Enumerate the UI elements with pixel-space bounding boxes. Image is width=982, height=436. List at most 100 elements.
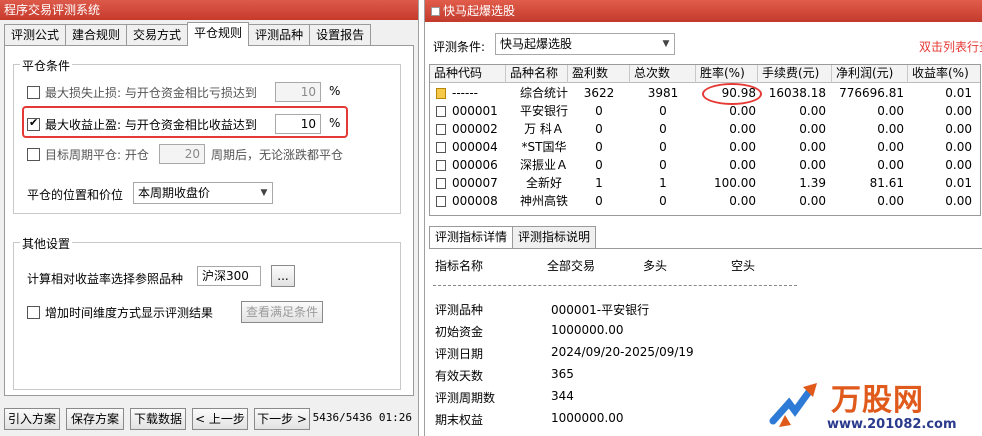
col-wins[interactable]: 盈利数 (568, 65, 630, 83)
table-cell: 000006 (452, 158, 498, 172)
detail-header: 全部交易 (547, 259, 596, 273)
table-cell: 0.00 (877, 158, 904, 172)
detail-value: 344 (551, 389, 574, 403)
detail-value: 1000000.00 (551, 411, 624, 425)
window-title: 程序交易评测系统 (0, 0, 418, 20)
table-cell: 0 (659, 104, 667, 118)
col-total[interactable]: 总次数 (630, 65, 696, 83)
position-price-label: 平仓的位置和价位 (27, 188, 124, 202)
tab-trade-mode[interactable]: 交易方式 (126, 24, 189, 46)
table-cell: 3981 (647, 86, 679, 100)
watermark-name: 万股网 (831, 383, 924, 418)
table-cell: 0 (595, 140, 603, 154)
max-loss-input[interactable]: 10 (275, 82, 321, 102)
position-price-select[interactable]: 本周期收盘价 ▼ (133, 182, 273, 204)
chevron-down-icon: ▼ (260, 188, 268, 198)
import-scheme-button[interactable]: 引入方案 (4, 408, 60, 430)
table-cell: *ST国华 (521, 140, 567, 154)
table-cell: 0.00 (877, 140, 904, 154)
table-cell: 16038.18 (768, 86, 826, 100)
view-conditions-button[interactable]: 查看满足条件 (241, 301, 323, 323)
col-return[interactable]: 收益率(%) (908, 65, 980, 83)
row-file-icon (436, 142, 446, 153)
results-window: 快马起爆选股 评测条件: 快马起爆选股 ▼ 双击列表行查 品种代码 品种名称 盈… (424, 0, 982, 436)
watermark-arrow-icon (769, 383, 817, 427)
table-cell: 0.00 (729, 122, 756, 136)
max-loss-checkbox[interactable] (27, 86, 40, 99)
table-row[interactable]: 000006 深振业Ａ 0 0 0.00 0.00 0.00 0.00 (430, 156, 980, 174)
table-row[interactable]: 000004 *ST国华 0 0 0.00 0.00 0.00 0.00 (430, 138, 980, 156)
table-cell: 0.00 (729, 194, 756, 208)
table-row[interactable]: 000001 平安银行 0 0 0.00 0.00 0.00 0.00 (430, 102, 980, 120)
next-step-button[interactable]: 下一步 > (254, 408, 310, 430)
group-label: 其他设置 (20, 235, 73, 252)
watermark-logo: 万股网 www.201082.com (765, 375, 979, 435)
col-name[interactable]: 品种名称 (506, 65, 568, 83)
window-icon (431, 7, 440, 16)
save-scheme-button[interactable]: 保存方案 (66, 408, 124, 430)
table-cell: 000002 (452, 122, 498, 136)
tab-metric-details[interactable]: 评测指标详情 (429, 226, 514, 248)
position-price-value: 本周期收盘价 (138, 186, 211, 200)
table-cell: 0 (659, 158, 667, 172)
table-cell: 综合统计 (519, 86, 568, 100)
tab-open-rules[interactable]: 建合规则 (65, 24, 128, 46)
table-row[interactable]: 000002 万 科Ａ 0 0 0.00 0.00 0.00 0.00 (430, 120, 980, 138)
col-profit[interactable]: 净利润(元) (832, 65, 908, 83)
detail-panel: 指标名称 全部交易 多头 空头 评测品种 000001-平安银行 初始资金 10000… (429, 248, 982, 436)
tab-metric-description[interactable]: 评测指标说明 (512, 226, 597, 248)
target-period-label: 目标周期平仓: 开仓 (45, 148, 149, 162)
col-code[interactable]: 品种代码 (430, 65, 506, 83)
table-cell: 0 (595, 122, 603, 136)
detail-header: 空头 (731, 259, 756, 273)
condition-value: 快马起爆选股 (500, 37, 573, 51)
detail-key: 评测日期 (435, 347, 484, 361)
table-cell: 0.00 (877, 194, 904, 208)
target-period-checkbox[interactable] (27, 148, 40, 161)
table-cell: 776696.81 (839, 86, 904, 100)
timedim-checkbox[interactable] (27, 306, 40, 319)
chevron-down-icon: ▼ (662, 39, 670, 49)
reference-browse-button[interactable]: ... (271, 265, 295, 287)
table-cell: 0 (595, 194, 603, 208)
results-table: 品种代码 品种名称 盈利数 总次数 胜率(%) 手续费(元) 净利润(元) 收益… (429, 64, 981, 216)
row-file-icon (436, 178, 446, 189)
table-cell: 0.00 (799, 104, 826, 118)
table-row[interactable]: 000008 神州高铁 0 0 0.00 0.00 0.00 0.00 (430, 192, 980, 210)
window-title-text: 快马起爆选股 (443, 4, 516, 18)
table-cell: 100.00 (714, 176, 756, 190)
table-cell: 000008 (452, 194, 498, 208)
highlight-ellipse (702, 83, 762, 105)
tab-test-symbols[interactable]: 评测品种 (248, 24, 311, 46)
hint-text: 双击列表行查 (919, 40, 982, 54)
tab-formula[interactable]: 评测公式 (4, 24, 67, 46)
detail-key: 评测品种 (435, 303, 484, 317)
target-period-input[interactable]: 20 (159, 144, 205, 164)
table-cell: 0.00 (877, 104, 904, 118)
table-cell: 000001 (452, 104, 498, 118)
table-cell: 0.00 (729, 140, 756, 154)
bottom-toolbar: 引入方案 保存方案 下载数据 < 上一步 下一步 > 5436/5436 01:… (0, 402, 418, 436)
table-cell: 0.00 (945, 104, 972, 118)
condition-label: 评测条件: (433, 40, 486, 54)
prev-step-button[interactable]: < 上一步 (192, 408, 248, 430)
col-winrate[interactable]: 胜率(%) (696, 65, 758, 83)
detail-key: 期末权益 (435, 413, 484, 427)
tab-report-settings[interactable]: 设置报告 (309, 24, 372, 46)
tab-close-rules[interactable]: 平仓规则 (187, 22, 250, 46)
max-loss-label: 最大损失止损: 与开仓资金相比亏损达到 (45, 86, 257, 100)
table-row[interactable]: 000007 全新好 1 1 100.00 1.39 81.61 0.01 (430, 174, 980, 192)
table-cell: 0.00 (945, 140, 972, 154)
condition-select[interactable]: 快马起爆选股 ▼ (495, 33, 675, 55)
download-data-button[interactable]: 下载数据 (130, 408, 186, 430)
col-fee[interactable]: 手续费(元) (758, 65, 832, 83)
table-cell: 0 (659, 140, 667, 154)
row-file-icon (436, 88, 446, 99)
table-cell: 0.00 (945, 194, 972, 208)
table-cell: 0.00 (877, 122, 904, 136)
table-cell: 0.00 (799, 122, 826, 136)
table-cell: 平安银行 (519, 104, 568, 118)
reference-input[interactable]: 沪深300 (197, 266, 261, 286)
table-cell: 深振业Ａ (519, 158, 568, 172)
table-cell: 0.00 (799, 194, 826, 208)
